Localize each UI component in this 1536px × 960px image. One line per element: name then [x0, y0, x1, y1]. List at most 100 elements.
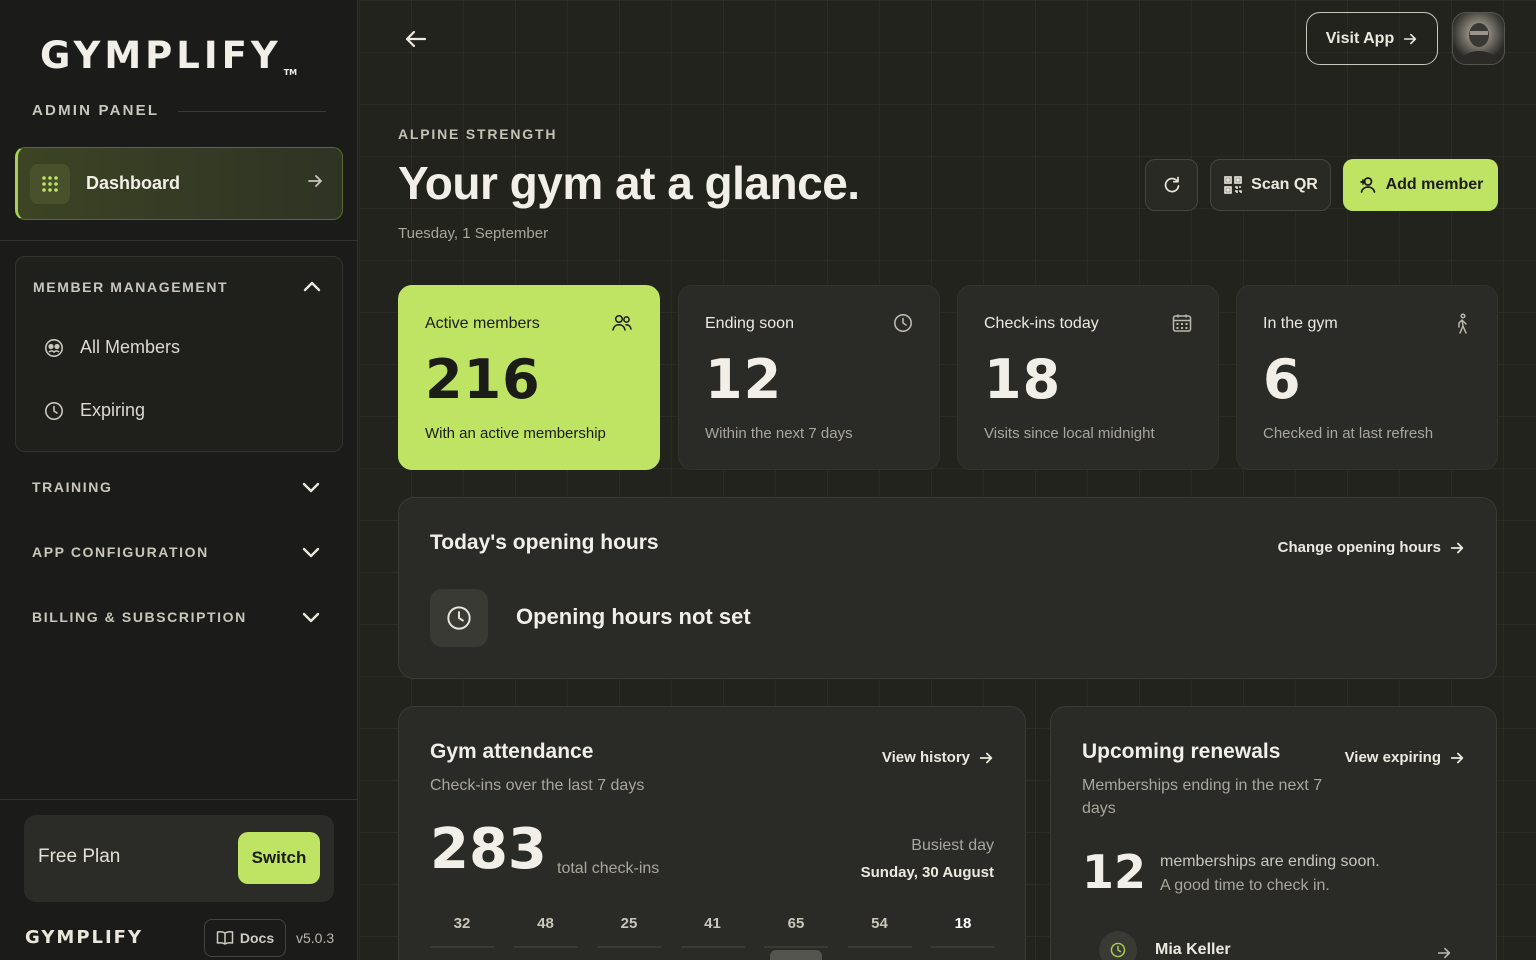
opening-hours-status: Opening hours not set: [516, 604, 751, 629]
switch-plan-button[interactable]: Switch: [238, 832, 320, 884]
plan-box: Free Plan Switch: [24, 815, 334, 902]
attendance-day-value: 25: [620, 915, 638, 932]
stat-subtitle: Checked in at last refresh: [1263, 425, 1434, 442]
clock-icon: [893, 313, 913, 338]
stat-card-in-the-gym[interactable]: In the gym 6 Checked in at last refresh: [1236, 285, 1498, 470]
attendance-day-value: 48: [537, 915, 554, 932]
group-title-training[interactable]: TRAINING: [32, 479, 112, 495]
chevron-down-icon[interactable]: [299, 540, 323, 569]
stat-label: Active members: [425, 315, 540, 332]
busiest-day-value: Sunday, 30 August: [860, 864, 994, 881]
opening-hours-title: Today's opening hours: [430, 531, 659, 554]
arrow-right-icon: [1450, 752, 1464, 763]
people-icon: [611, 313, 633, 338]
stat-card-check-ins-today[interactable]: Check-ins today 18 Visits since local mi…: [957, 285, 1219, 470]
group-title-app-configuration[interactable]: APP CONFIGURATION: [32, 544, 209, 560]
clock-icon: [1099, 931, 1137, 960]
renewals-title: Upcoming renewals: [1082, 740, 1281, 763]
footer-logo: GYMPLIFY: [25, 927, 144, 948]
refresh-button[interactable]: [1145, 159, 1198, 211]
clock-icon: [430, 589, 488, 647]
stat-subtitle: Within the next 7 days: [705, 425, 853, 442]
attendance-day-column[interactable]: 32: [430, 915, 494, 960]
attendance-baseline: [764, 946, 828, 948]
attendance-bar: [770, 950, 822, 960]
admin-panel-label: ADMIN PANEL: [32, 102, 160, 119]
group-title-billing-subscription[interactable]: BILLING & SUBSCRIPTION: [32, 609, 247, 625]
stat-label: Ending soon: [705, 315, 794, 332]
group-title-member-management[interactable]: MEMBER MANAGEMENT: [33, 279, 228, 295]
scan-qr-button[interactable]: Scan QR: [1210, 159, 1331, 211]
chevron-up-icon[interactable]: [300, 275, 324, 304]
book-icon: [216, 931, 234, 945]
grid-icon: [30, 163, 70, 204]
plan-name: Free Plan: [38, 846, 121, 867]
members-icon: [45, 338, 63, 357]
attendance-baseline: [680, 946, 745, 948]
docs-button[interactable]: Docs: [204, 919, 286, 957]
attendance-baseline: [513, 946, 578, 948]
add-member-label: Add member: [1385, 176, 1484, 193]
page-title: Your gym at a glance.: [398, 157, 860, 209]
attendance-day-column[interactable]: 18: [931, 915, 995, 960]
sidebar-item-all-members[interactable]: All Members: [44, 337, 180, 358]
sidebar-item-dashboard[interactable]: Dashboard: [15, 147, 343, 220]
add-member-button[interactable]: Add member: [1343, 159, 1498, 211]
stat-card-active-members[interactable]: Active members 216 With an active member…: [398, 285, 660, 470]
attendance-day-value: 32: [453, 915, 471, 932]
current-date: Tuesday, 1 September: [398, 225, 549, 242]
attendance-day-column[interactable]: 54: [847, 915, 912, 960]
sidebar: GYMPLIFY TM ADMIN PANEL Dashboard MEMBER …: [0, 0, 358, 960]
member-management-group: MEMBER MANAGEMENT All Members Expiring: [15, 256, 343, 452]
stat-value: 6: [1263, 348, 1302, 411]
renewals-subtitle: Memberships ending in the next 7 days: [1082, 777, 1323, 817]
sidebar-item-label: Expiring: [80, 400, 146, 420]
renewals-message-line: memberships are ending soon.: [1160, 853, 1380, 870]
renewals-card: Upcoming renewals View expiring Membersh…: [1050, 706, 1497, 960]
stat-subtitle: Visits since local midnight: [984, 425, 1155, 442]
renewals-count: 12: [1082, 845, 1147, 899]
attendance-day-column[interactable]: 48: [513, 915, 578, 960]
arrow-right-icon[interactable]: [1436, 945, 1452, 960]
attendance-day-value: 41: [704, 915, 721, 932]
add-user-icon: [1359, 177, 1375, 193]
divider: [0, 799, 358, 800]
link-label: View expiring: [1344, 749, 1441, 766]
attendance-day-column[interactable]: 41: [680, 915, 745, 960]
main-content: Visit App ALPINE STRENGTH Your gym at a …: [359, 0, 1536, 960]
back-arrow-icon[interactable]: [403, 26, 429, 57]
attendance-total-label: total check-ins: [557, 860, 660, 877]
divider: [0, 240, 358, 241]
busiest-day-label: Busiest day: [911, 837, 994, 854]
member-name: Mia Keller: [1155, 941, 1231, 958]
gym-name: ALPINE STRENGTH: [398, 126, 558, 142]
renewals-message-line: A good time to check in.: [1160, 877, 1330, 894]
stat-card-ending-soon[interactable]: Ending soon 12 Within the next 7 days: [678, 285, 940, 470]
walking-icon: [1453, 313, 1471, 340]
attendance-baseline: [931, 946, 995, 948]
qr-icon: [1224, 176, 1242, 194]
attendance-title: Gym attendance: [430, 740, 594, 763]
view-history-link[interactable]: View history: [882, 749, 994, 766]
arrow-right-icon: [979, 752, 993, 763]
attendance-bars: 32 48 25 41 65 54 18: [430, 915, 995, 960]
chevron-down-icon[interactable]: [299, 475, 323, 504]
link-label: View history: [881, 749, 970, 766]
attendance-day-column[interactable]: 25: [597, 915, 661, 960]
visit-app-button[interactable]: Visit App: [1306, 12, 1438, 65]
brand-logo[interactable]: GYMPLIFY TM: [40, 34, 297, 77]
stat-label: In the gym: [1263, 315, 1338, 332]
stat-value: 18: [984, 348, 1062, 411]
visit-app-label: Visit App: [1325, 29, 1395, 47]
view-expiring-link[interactable]: View expiring: [1345, 749, 1465, 766]
attendance-baseline: [597, 946, 661, 948]
change-opening-hours-link[interactable]: Change opening hours: [1278, 539, 1465, 556]
sidebar-item-expiring[interactable]: Expiring: [44, 400, 145, 421]
stat-value: 216: [425, 348, 541, 411]
chevron-down-icon[interactable]: [299, 605, 323, 634]
docs-label: Docs: [239, 930, 275, 946]
renewal-list-item[interactable]: Mia Keller: [1099, 931, 1231, 960]
avatar[interactable]: [1452, 12, 1505, 65]
arrow-right-icon: [306, 172, 324, 195]
attendance-day-column[interactable]: 65: [764, 915, 828, 960]
